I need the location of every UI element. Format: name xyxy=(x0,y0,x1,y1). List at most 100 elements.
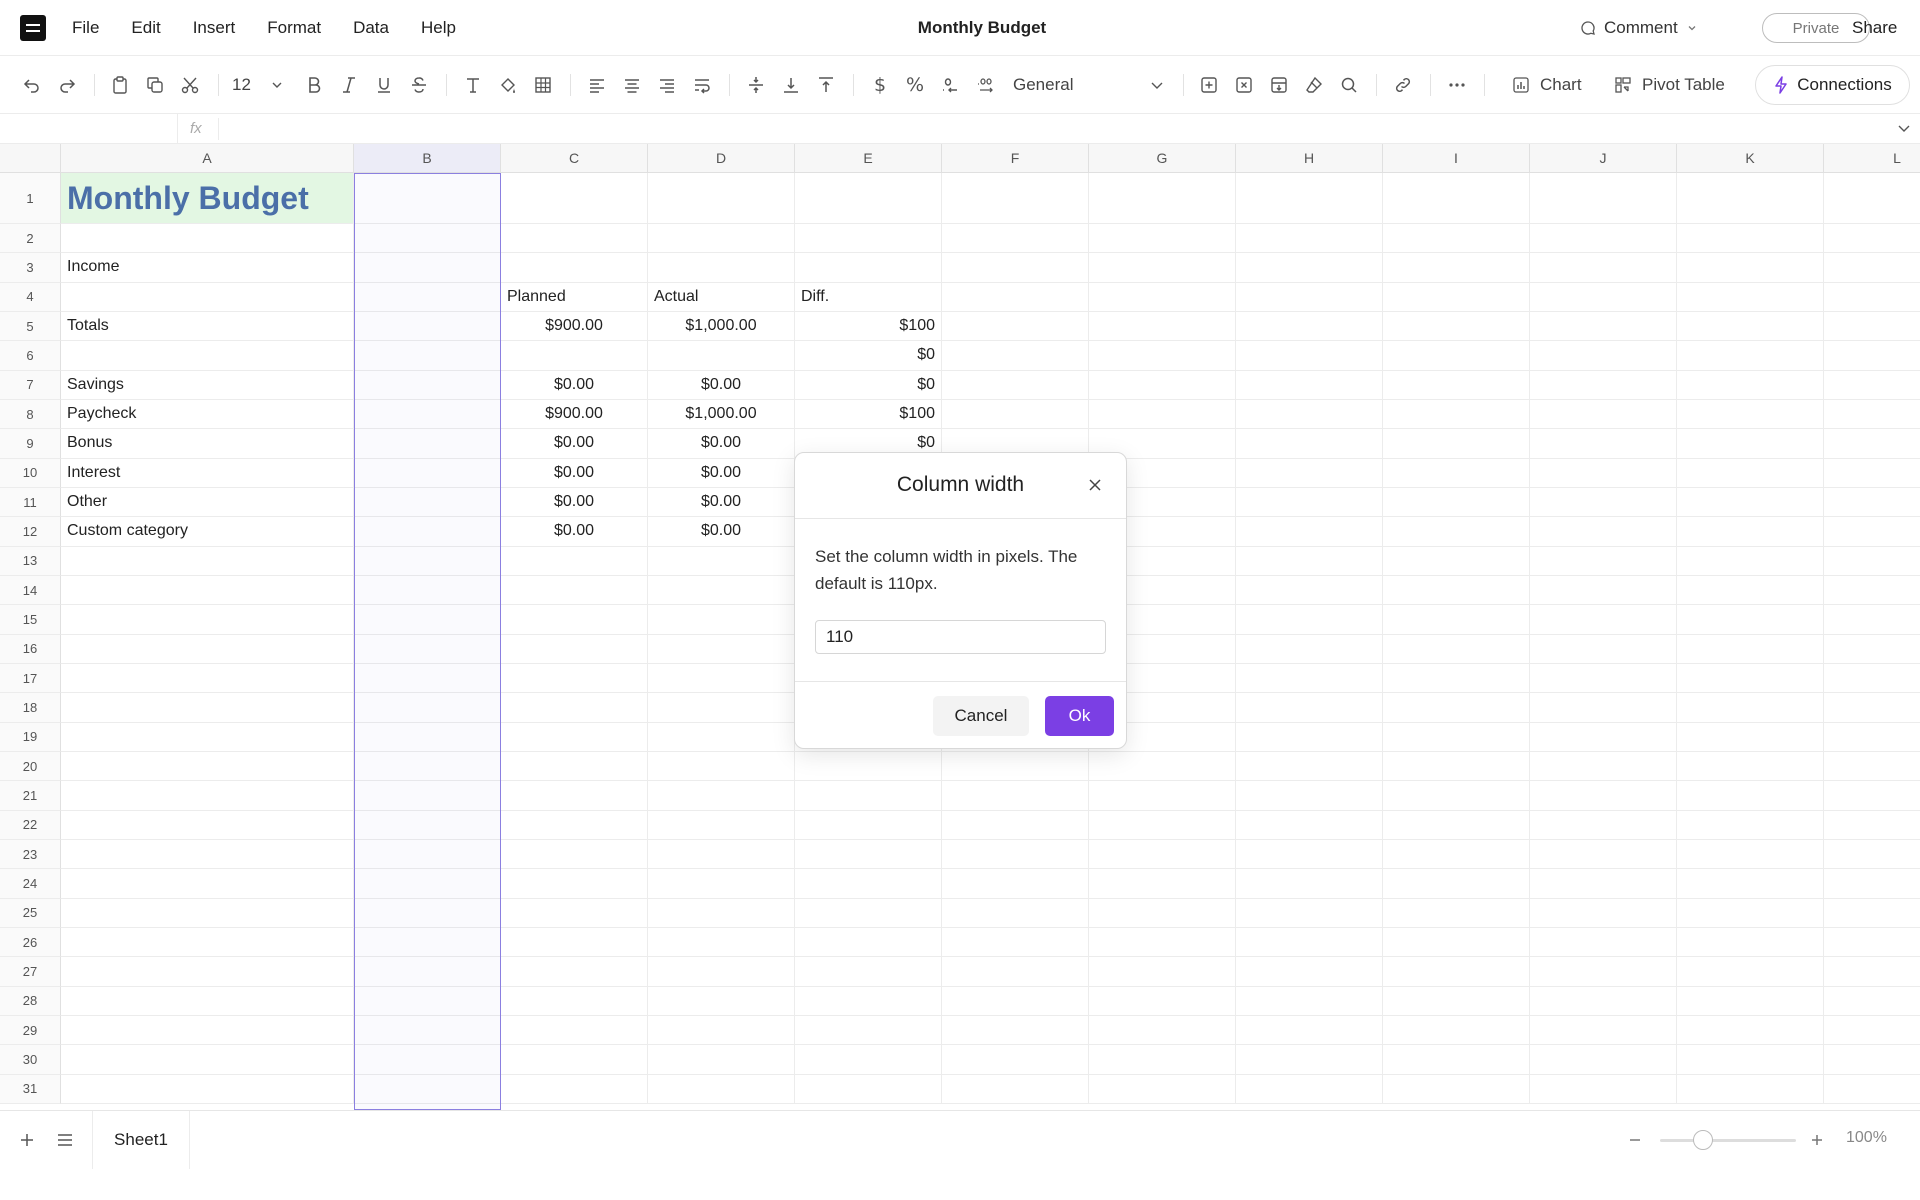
cell-g21[interactable] xyxy=(1089,781,1236,811)
cell-c11[interactable]: $0.00 xyxy=(501,487,648,518)
column-header-j[interactable]: J xyxy=(1530,144,1677,173)
cell-l5[interactable] xyxy=(1824,312,1920,342)
cell-f27[interactable] xyxy=(942,957,1089,987)
cell-f26[interactable] xyxy=(942,927,1089,958)
row-header-30[interactable]: 30 xyxy=(0,1045,61,1075)
cell-l17[interactable] xyxy=(1824,664,1920,694)
cell-e6[interactable]: $0 xyxy=(795,341,942,371)
connections-button[interactable]: Connections xyxy=(1755,65,1910,105)
cell-j20[interactable] xyxy=(1530,751,1677,782)
cell-k9[interactable] xyxy=(1677,429,1824,459)
cell-b5[interactable] xyxy=(354,311,501,342)
cell-h17[interactable] xyxy=(1236,663,1383,694)
cell-f1[interactable] xyxy=(942,173,1089,224)
cell-a10[interactable]: Interest xyxy=(61,458,354,488)
cell-e23[interactable] xyxy=(795,839,942,870)
row-header-27[interactable]: 27 xyxy=(0,957,61,987)
cell-e1[interactable] xyxy=(795,173,942,224)
cell-c2[interactable] xyxy=(501,224,648,254)
cell-a3[interactable]: Income xyxy=(61,253,354,283)
cell-e30[interactable] xyxy=(795,1045,942,1075)
pivot-table-button[interactable]: Pivot Table xyxy=(1614,70,1742,100)
cell-a7[interactable]: Savings xyxy=(61,370,354,400)
menu-help[interactable]: Help xyxy=(405,18,472,38)
row-header-19[interactable]: 19 xyxy=(0,722,61,752)
cell-a19[interactable] xyxy=(61,722,354,752)
cell-i7[interactable] xyxy=(1383,370,1530,400)
cell-j31[interactable] xyxy=(1530,1074,1677,1104)
cell-j2[interactable] xyxy=(1530,224,1677,254)
cell-j13[interactable] xyxy=(1530,546,1677,576)
fill-color-icon[interactable] xyxy=(493,70,523,100)
cell-j8[interactable] xyxy=(1530,399,1677,430)
cell-l22[interactable] xyxy=(1824,811,1920,840)
row-header-5[interactable]: 5 xyxy=(0,311,61,342)
menu-insert[interactable]: Insert xyxy=(177,18,252,38)
cell-h4[interactable] xyxy=(1236,282,1383,312)
cell-l12[interactable] xyxy=(1824,517,1920,547)
cell-a1[interactable]: Monthly Budget xyxy=(61,173,354,224)
cell-f24[interactable] xyxy=(942,869,1089,899)
cell-e28[interactable] xyxy=(795,986,942,1016)
undo-icon[interactable] xyxy=(17,70,47,100)
cell-i14[interactable] xyxy=(1383,575,1530,606)
cell-b26[interactable] xyxy=(354,927,501,958)
cell-i24[interactable] xyxy=(1383,869,1530,899)
cell-f30[interactable] xyxy=(942,1045,1089,1075)
cell-b19[interactable] xyxy=(354,722,501,752)
cell-c16[interactable] xyxy=(501,634,648,664)
cell-k13[interactable] xyxy=(1677,546,1824,576)
cell-g25[interactable] xyxy=(1089,898,1236,928)
column-header-h[interactable]: H xyxy=(1236,144,1383,173)
cell-h8[interactable] xyxy=(1236,399,1383,430)
increase-decimal-icon[interactable] xyxy=(970,70,1000,100)
chevron-down-icon[interactable] xyxy=(1896,120,1912,136)
cell-h6[interactable] xyxy=(1236,341,1383,371)
cell-f8[interactable] xyxy=(942,399,1089,430)
cell-g29[interactable] xyxy=(1089,1015,1236,1046)
cell-l26[interactable] xyxy=(1824,928,1920,958)
cell-i10[interactable] xyxy=(1383,458,1530,488)
cell-l25[interactable] xyxy=(1824,899,1920,928)
cell-j3[interactable] xyxy=(1530,253,1677,283)
cell-g4[interactable] xyxy=(1089,282,1236,312)
cell-i12[interactable] xyxy=(1383,517,1530,547)
cell-e29[interactable] xyxy=(795,1015,942,1046)
cell-h28[interactable] xyxy=(1236,986,1383,1016)
cell-a28[interactable] xyxy=(61,986,354,1016)
cell-b21[interactable] xyxy=(354,781,501,811)
cell-i13[interactable] xyxy=(1383,546,1530,576)
cell-d14[interactable] xyxy=(648,575,795,606)
cell-j1[interactable] xyxy=(1530,173,1677,224)
cell-j22[interactable] xyxy=(1530,810,1677,840)
cell-i26[interactable] xyxy=(1383,927,1530,958)
row-header-4[interactable]: 4 xyxy=(0,282,61,312)
cell-d2[interactable] xyxy=(648,224,795,254)
cell-e4[interactable]: Diff. xyxy=(795,282,942,312)
cell-i8[interactable] xyxy=(1383,399,1530,430)
cell-c27[interactable] xyxy=(501,957,648,987)
wrap-text-icon[interactable] xyxy=(687,70,717,100)
underline-icon[interactable] xyxy=(369,70,399,100)
cell-b29[interactable] xyxy=(354,1015,501,1046)
cell-j23[interactable] xyxy=(1530,839,1677,870)
cell-j25[interactable] xyxy=(1530,898,1677,928)
menu-edit[interactable]: Edit xyxy=(115,18,176,38)
cell-c28[interactable] xyxy=(501,986,648,1016)
cell-d28[interactable] xyxy=(648,986,795,1016)
cell-i28[interactable] xyxy=(1383,986,1530,1016)
currency-icon[interactable]: $ xyxy=(865,70,895,100)
borders-icon[interactable] xyxy=(528,70,558,100)
cell-k23[interactable] xyxy=(1677,839,1824,870)
cell-c14[interactable] xyxy=(501,575,648,606)
more-icon[interactable] xyxy=(1442,70,1472,100)
row-header-26[interactable]: 26 xyxy=(0,927,61,958)
cell-k22[interactable] xyxy=(1677,810,1824,840)
cell-f25[interactable] xyxy=(942,898,1089,928)
cell-g22[interactable] xyxy=(1089,810,1236,840)
cell-c15[interactable] xyxy=(501,605,648,635)
cell-j5[interactable] xyxy=(1530,311,1677,342)
cell-a26[interactable] xyxy=(61,927,354,958)
cell-j7[interactable] xyxy=(1530,370,1677,400)
close-icon[interactable] xyxy=(1083,473,1107,497)
